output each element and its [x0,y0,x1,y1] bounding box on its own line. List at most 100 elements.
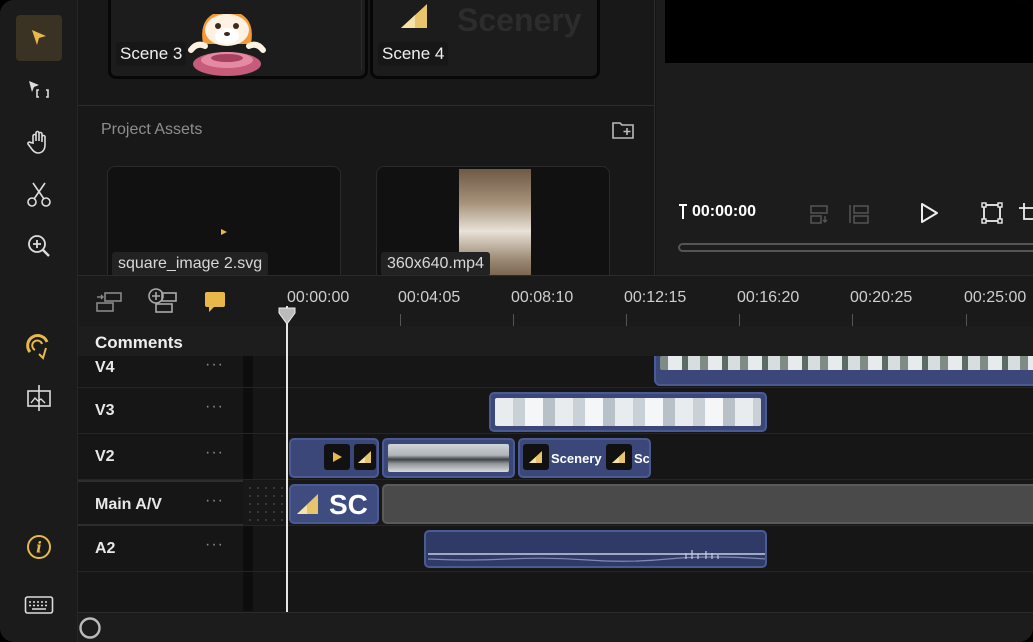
clip-main-title[interactable]: SC [289,484,379,524]
track-menu-button[interactable]: ··· [205,356,224,374]
track-menu-button[interactable]: ··· [205,398,224,416]
clip-v2-a[interactable] [289,438,379,478]
asset-card[interactable]: 360x640.mp4 [376,166,610,281]
clip-thumbnails [388,444,509,472]
assets-section-title: Project Assets [101,121,203,138]
track-header-main-av[interactable]: Main A/V ··· [78,480,243,526]
clip-thumbnails [660,356,1033,370]
split-view-button[interactable] [16,375,62,421]
split-view-icon [27,385,51,411]
timeline-scrollbar[interactable] [78,612,1033,642]
ruler-label: 00:20:25 [850,289,913,306]
track-header-a2[interactable]: A2 ··· [78,526,243,572]
track-name: V3 [95,402,115,419]
preview-panel: 00:00:00 [656,0,1033,275]
preview-scrub-bar[interactable] [678,243,1033,252]
track-menu-button[interactable]: ··· [205,492,224,510]
clip-icon-tile [606,444,632,470]
track-header-empty [78,572,243,612]
zoom-in-icon [28,235,50,257]
scenery-logo-icon [529,451,542,463]
scene-label: Scene 3 [116,42,187,66]
clip-a2-audio[interactable] [424,530,767,568]
ruler-tick [513,314,514,326]
left-toolbar: i [0,0,78,642]
track-header-v3[interactable]: V3 ··· [78,388,243,434]
playhead-timecode: 00:00:00 [678,203,756,221]
hand-tool-button[interactable] [16,119,62,165]
timeline-ruler[interactable]: 00:00:00 00:04:05 00:08:10 00:12:15 00:1… [78,276,1033,326]
crop-button[interactable] [1018,202,1033,229]
clip-icon-tile [523,444,549,470]
scene-card[interactable]: Scenery Scene 4 [370,0,600,79]
track-menu-button[interactable]: ··· [205,536,224,554]
clip-icon-tile [324,444,350,470]
play-button[interactable] [918,202,940,229]
unlink-button[interactable] [93,289,125,320]
select-tool-button[interactable] [16,15,62,61]
playhead[interactable] [286,306,288,612]
zoom-tool-button[interactable] [16,223,62,269]
keyboard-shortcuts-button[interactable] [16,582,62,628]
play-triangle-icon [333,452,342,462]
link-add-icon [148,288,177,313]
clip-title: SC [329,489,368,520]
scene-divider [361,0,362,70]
media-panel: Scene 3 Scenery Scene 4 Project Assets s… [78,0,655,281]
clip-v4[interactable] [654,356,1033,386]
insert-button[interactable] [808,203,832,230]
preview-canvas [665,0,1033,63]
fit-frame-icon [981,202,1003,224]
clip-v2-b[interactable] [382,438,515,478]
scenery-logo-icon [358,451,371,463]
marker-icon [679,204,687,219]
cut-tool-button[interactable] [16,171,62,217]
select-range-icon [29,81,49,98]
scissors-icon [27,182,51,207]
overwrite-button[interactable] [847,203,871,230]
ruler-tick [966,314,967,326]
ruler-tick [400,314,401,326]
clip-v2-c[interactable]: Scenery Sc [518,438,651,478]
scene-label: Scene 4 [378,42,449,66]
unlink-clips-icon [96,292,122,312]
ruler-tick [852,314,853,326]
keyboard-icon [24,596,54,614]
clip-v3[interactable] [489,392,767,432]
asset-card[interactable]: square_image 2.svg [107,166,341,281]
clip-main-video[interactable] [382,484,1033,524]
ruler-tick [739,314,740,326]
scene-preview-text: Scenery [457,2,582,38]
dog-mascot-icon [188,14,266,76]
track-header-v4[interactable]: V4 ··· [78,356,243,388]
ruler-tick [626,314,627,326]
comments-toggle-button[interactable] [203,290,227,319]
fullscreen-button[interactable] [980,202,1004,229]
ruler-label: 00:04:05 [398,289,461,306]
info-icon: i [27,535,51,559]
track-header-v2[interactable]: V2 ··· [78,434,243,480]
timeline-panel: 00:00:00 00:04:05 00:08:10 00:12:15 00:1… [78,275,1033,642]
range-select-tool-button[interactable] [16,67,62,113]
scene-card[interactable]: Scene 3 [108,0,368,79]
snapping-toggle-button[interactable] [16,323,62,369]
ruler-label: 00:08:10 [511,289,574,306]
add-folder-button[interactable] [611,119,637,141]
scenery-logo-icon [612,451,625,463]
clip-title: Sc [634,451,650,466]
ruler-label: 00:00:00 [287,289,350,306]
panel-divider [78,105,655,106]
track-name: V4 [95,359,115,376]
scroll-handle-icon[interactable] [78,616,102,640]
clip-thumbnails [495,398,761,426]
crop-icon [1019,203,1033,220]
add-comment-clip-button[interactable] [146,287,180,320]
comment-icon [205,292,225,312]
track-menu-button[interactable]: ··· [205,444,224,462]
timecode-value: 00:00:00 [692,203,757,220]
playhead-handle-icon[interactable] [277,306,297,326]
track-name: Main A/V [95,496,162,513]
video-editor-window: i Scene 3 Scenery Scene 4 Project Assets… [0,0,1033,642]
info-button[interactable]: i [16,524,62,570]
svg-text:i: i [36,539,42,557]
